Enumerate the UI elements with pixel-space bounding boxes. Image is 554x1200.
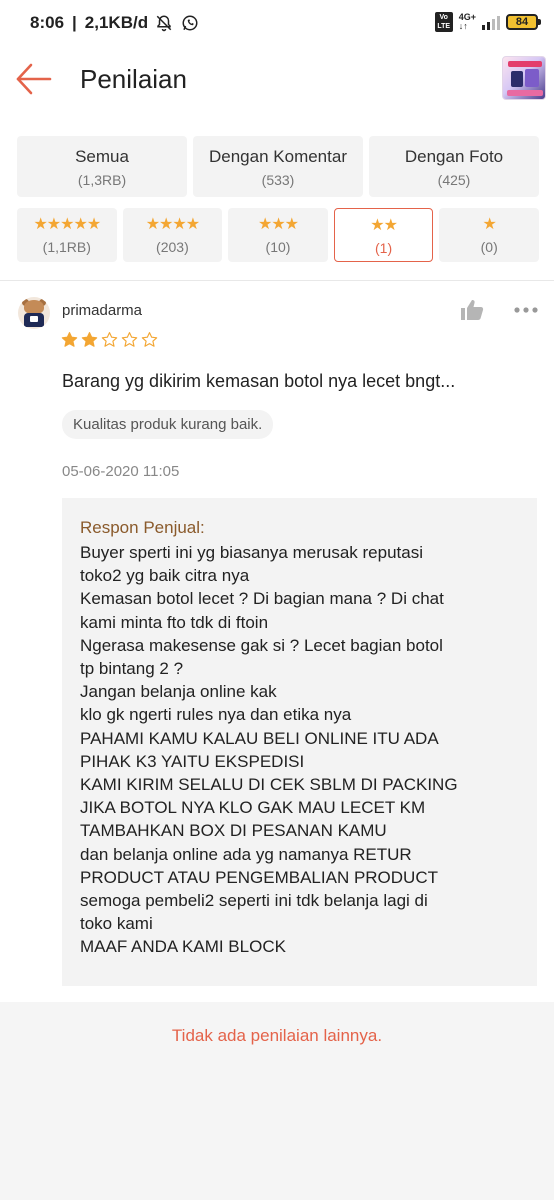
seller-response-line: PAHAMI KAMU KALAU BELI ONLINE ITU ADA bbox=[80, 728, 439, 748]
filter-tab-1-star[interactable]: ★ (0) bbox=[439, 208, 539, 262]
seller-response: Respon Penjual: Buyer sperti ini yg bias… bbox=[62, 498, 537, 986]
seller-response-line: toko kami bbox=[80, 914, 153, 934]
seller-response-line: Buyer sperti ini yg biasanya merusak rep… bbox=[80, 543, 423, 562]
filter-row-stars: ★★★★★ (1,1RB) ★★★★ (203) ★★★ (10) ★★ (1)… bbox=[17, 208, 539, 262]
filter-tab-5-stars[interactable]: ★★★★★ (1,1RB) bbox=[17, 208, 117, 262]
filter-tab-4-stars[interactable]: ★★★★ (203) bbox=[122, 208, 223, 262]
star-filled-icon bbox=[81, 332, 98, 347]
seller-response-line: tp bintang 2 ? bbox=[80, 659, 184, 679]
seller-response-line: MAAF ANDA KAMI BLOCK bbox=[80, 937, 286, 957]
notifications-off-icon bbox=[154, 13, 174, 33]
filter-tab-with-photo[interactable]: Dengan Foto (425) bbox=[369, 136, 539, 197]
seller-response-title: Respon Penjual: bbox=[80, 518, 205, 537]
seller-response-line: PIHAK K3 YAITU EKSPEDISI bbox=[80, 751, 305, 771]
status-separator: | bbox=[72, 13, 77, 32]
filter-count: (533) bbox=[261, 172, 295, 188]
seller-response-line: semoga pembeli2 seperti ini tdk belanja … bbox=[80, 891, 428, 911]
network-type: 4G+ ↓↑ bbox=[458, 12, 476, 31]
seller-response-line: kami minta fto tdk di ftoin bbox=[80, 612, 269, 632]
avatar[interactable] bbox=[18, 297, 50, 329]
star-empty-icon bbox=[141, 332, 158, 347]
filter-count: (425) bbox=[437, 172, 471, 188]
seller-response-line: JIKA BOTOL NYA KLO GAK MAU LECET KM bbox=[80, 798, 426, 818]
star-icons: ★★ bbox=[370, 217, 398, 234]
filter-label: Semua bbox=[75, 147, 129, 166]
star-empty-icon bbox=[101, 332, 118, 347]
seller-response-line: Ngerasa makesense gak si ? Lecet bagian … bbox=[80, 635, 443, 655]
seller-response-body: Buyer sperti ini yg biasanya merusak rep… bbox=[80, 541, 519, 959]
star-empty-icon bbox=[121, 332, 138, 347]
filter-row-type: Semua (1,3RB) Dengan Komentar (533) Deng… bbox=[17, 136, 539, 197]
status-bar: 8:06 | 2,1KB/d Vo LTE 4G+ ↓↑ 84 bbox=[0, 0, 554, 46]
thumbs-up-icon[interactable] bbox=[460, 299, 484, 321]
star-icons: ★★★★★ bbox=[33, 216, 101, 233]
volte-icon: Vo LTE bbox=[434, 12, 453, 32]
filter-count: (0) bbox=[480, 239, 498, 255]
seller-response-line: Jangan belanja online kak bbox=[80, 682, 277, 702]
reviewer-username: primadarma bbox=[62, 302, 143, 319]
footer: Tidak ada penilaian lainnya. bbox=[0, 1002, 554, 1200]
seller-response-line: klo gk ngerti rules nya dan etika nya bbox=[80, 705, 352, 725]
signal-icon bbox=[482, 14, 500, 30]
star-icons: ★ bbox=[482, 216, 497, 233]
page-title: Penilaian bbox=[80, 64, 187, 94]
back-arrow-icon[interactable] bbox=[14, 62, 54, 96]
star-filled-icon bbox=[61, 332, 78, 347]
more-options-icon[interactable] bbox=[512, 300, 540, 320]
star-icons: ★★★ bbox=[257, 216, 299, 233]
seller-response-line: toko2 yg baik citra nya bbox=[80, 566, 250, 586]
seller-response-line: Kemasan botol lecet ? Di bagian mana ? D… bbox=[80, 589, 444, 609]
filter-tab-2-stars[interactable]: ★★ (1) bbox=[333, 208, 434, 262]
review-tag: Kualitas produk kurang baik. bbox=[62, 410, 274, 439]
review-rating bbox=[61, 331, 158, 348]
seller-response-line: KAMI KIRIM SELALU DI CEK SBLM DI PACKING bbox=[80, 775, 458, 795]
filter-count: (1,3RB) bbox=[77, 172, 127, 188]
filter-count: (203) bbox=[156, 239, 189, 255]
filter-tab-3-stars[interactable]: ★★★ (10) bbox=[228, 208, 328, 262]
status-speed: 2,1KB/d bbox=[84, 13, 149, 32]
seller-response-line: PRODUCT ATAU PENGEMBALIAN PRODUCT bbox=[80, 867, 438, 887]
filter-count: (1) bbox=[375, 240, 393, 256]
filter-tab-with-comment[interactable]: Dengan Komentar (533) bbox=[193, 136, 363, 197]
seller-response-line: dan belanja online ada yg namanya RETUR bbox=[80, 844, 412, 864]
filter-tab-all[interactable]: Semua (1,3RB) bbox=[17, 136, 187, 197]
product-thumbnail[interactable] bbox=[502, 56, 546, 100]
star-icons: ★★★★ bbox=[145, 216, 200, 233]
whatsapp-icon bbox=[180, 13, 200, 33]
review-text: Barang yg dikirim kemasan botol nya lece… bbox=[62, 371, 456, 391]
seller-response-line: TAMBAHKAN BOX DI PESANAN KAMU bbox=[80, 821, 387, 841]
filter-label: Dengan Komentar bbox=[209, 147, 347, 166]
filter-label: Dengan Foto bbox=[404, 147, 504, 166]
status-time: 8:06 bbox=[30, 13, 65, 32]
review-date: 05-06-2020 11:05 bbox=[62, 463, 180, 480]
no-more-reviews-text: Tidak ada penilaian lainnya. bbox=[171, 1026, 383, 1045]
battery-icon: 84 bbox=[506, 14, 541, 30]
app-bar: Penilaian bbox=[0, 46, 554, 114]
filter-count: (1,1RB) bbox=[42, 239, 91, 255]
divider bbox=[0, 280, 554, 281]
filter-count: (10) bbox=[265, 239, 291, 255]
